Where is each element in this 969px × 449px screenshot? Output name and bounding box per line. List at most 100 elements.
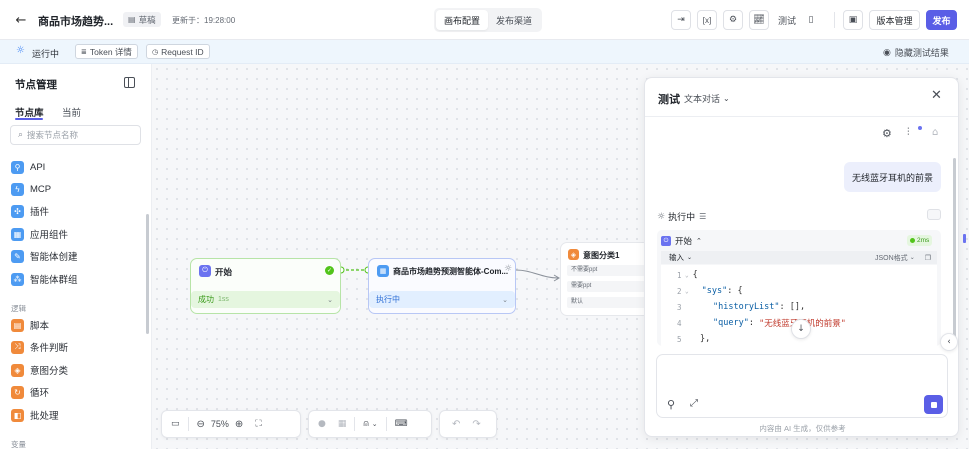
start-duration: 1ss xyxy=(218,296,229,303)
export-icon: ⇥ xyxy=(677,15,685,25)
test-panel-toggle[interactable]: ▯ xyxy=(801,10,821,30)
sidebar-item-api[interactable]: ⚲ API xyxy=(11,159,45,175)
collapse-trace-button[interactable] xyxy=(927,209,941,220)
sidebar-item-condition[interactable]: ⤨ 条件判断 xyxy=(11,339,68,355)
settings-button[interactable]: ⚙ xyxy=(723,10,743,30)
notification-dot xyxy=(918,126,922,130)
sidebar-item-mcp[interactable]: ϟ MCP xyxy=(11,181,51,197)
executing-label: 执行中 xyxy=(668,212,696,222)
line-number: 4 xyxy=(677,318,682,328)
collapse-sidebar-button[interactable] xyxy=(124,77,135,88)
line-number: 3 xyxy=(677,302,682,312)
variables-button[interactable]: [x] xyxy=(697,10,717,30)
close-panel-button[interactable]: ✕ xyxy=(931,88,942,103)
minimap-icon[interactable]: ▭ xyxy=(171,419,180,429)
sidebar-item-agent-group[interactable]: ⁂ 智能体群组 xyxy=(11,271,78,287)
chat-composer[interactable]: ⚲ ⤢ xyxy=(656,354,948,418)
version-button[interactable]: 版本管理 xyxy=(869,10,920,30)
line-fold-icon: ⌄ xyxy=(685,287,689,295)
settings-icon[interactable]: ⚙ xyxy=(882,127,892,140)
sidebar-item-loop[interactable]: ↻ 循环 xyxy=(11,384,49,400)
sidebar-item-agent-create[interactable]: ✎ 智能体创建 xyxy=(11,248,78,264)
zoom-in-icon[interactable]: ⊕ xyxy=(235,419,243,430)
sidebar-item-label: 插件 xyxy=(30,207,50,218)
node-search-box[interactable]: ⌕ 搜索节点名称 xyxy=(10,125,141,145)
zoom-level[interactable]: 75% xyxy=(211,419,229,429)
chart-button[interactable]: 📈︎ xyxy=(749,10,769,30)
test-label: 测试 xyxy=(777,15,796,26)
layout-icon[interactable]: ▦ xyxy=(338,419,347,429)
version-label: 版本管理 xyxy=(876,15,913,26)
intent-icon: ◈ xyxy=(11,363,24,377)
copy-icon[interactable]: ❐ xyxy=(925,254,931,262)
history-toolbar: ↶ ↷ xyxy=(439,410,497,438)
panel-icon: ▯ xyxy=(808,15,814,25)
punct: : { xyxy=(727,286,743,296)
request-id-button[interactable]: ◷ Request ID xyxy=(146,44,210,59)
gear-icon: ⚙ xyxy=(728,15,738,25)
tab-publish-channel[interactable]: 发布渠道 xyxy=(488,10,540,30)
sidebar-item-app-component[interactable]: ▦ 应用组件 xyxy=(11,226,68,242)
zoom-out-icon[interactable]: ⊖ xyxy=(197,419,205,430)
keyboard-icon[interactable]: ⌨ xyxy=(395,419,408,429)
intent-node-icon: ◈ xyxy=(568,249,579,260)
panel-collapse-handle[interactable]: ‹ xyxy=(940,333,958,351)
broom-icon[interactable]: ⌂ xyxy=(932,127,938,138)
component-icon: ▦ xyxy=(11,227,24,241)
format-select[interactable]: JSON格式 xyxy=(875,253,908,263)
updated-time: 更新于：19:28:00 xyxy=(172,16,236,25)
token-detail-button[interactable]: ≣ Token 详情 xyxy=(75,44,138,59)
test-button[interactable]: 测试 xyxy=(775,10,799,30)
sidebar-item-label: API xyxy=(30,161,46,173)
chevron-down-icon: ⌄ xyxy=(327,295,333,304)
chat-mode-select[interactable]: 文本对话 ⌄ xyxy=(684,92,730,105)
duration-badge: 2ms xyxy=(907,235,933,246)
fit-view-icon[interactable]: ⛶ xyxy=(255,419,261,429)
start-node[interactable]: ⏻ 开始 ✓ 成功 1ss ⌄ xyxy=(190,258,341,314)
attachment-icon[interactable]: ⚲ xyxy=(667,398,675,411)
agent-node[interactable]: ▦ 商品市场趋势预测智能体-Com... ☼ 执行中 ⌄ xyxy=(368,258,516,314)
expand-icon[interactable]: ⤢ xyxy=(690,398,698,409)
add-node-icon[interactable]: ● xyxy=(318,419,326,429)
sidebar-scrollbar[interactable] xyxy=(146,214,149,334)
stop-icon xyxy=(930,401,937,408)
save-button[interactable]: ▣ xyxy=(843,10,863,30)
redo-icon[interactable]: ↷ xyxy=(472,419,480,430)
input-label: 输入 xyxy=(669,253,684,262)
scroll-down-button[interactable]: ↓ xyxy=(791,319,811,339)
line-number: 5 xyxy=(677,334,682,344)
branch-icon: ⤨ xyxy=(11,340,24,354)
publish-button[interactable]: 发布 xyxy=(926,10,957,30)
tab-underline xyxy=(15,118,43,120)
sidebar-item-label: 条件判断 xyxy=(30,343,69,354)
sidebar-item-script[interactable]: ▤ 脚本 xyxy=(11,317,49,333)
list-icon[interactable]: ☰ xyxy=(699,212,706,221)
sidebar-item-batch[interactable]: ◧ 批处理 xyxy=(11,407,59,423)
sidebar-item-intent[interactable]: ◈ 意图分类 xyxy=(11,362,68,378)
mouse-mode-icon[interactable]: ⍝ xyxy=(363,419,368,429)
tab-node-library[interactable]: 节点库 xyxy=(15,105,44,119)
export-button[interactable]: ⇥ xyxy=(671,10,691,30)
tab-canvas-config[interactable]: 画布配置 xyxy=(436,10,489,30)
sliders-icon[interactable]: ⫶ xyxy=(907,127,910,138)
clock-icon: ◷ xyxy=(152,47,159,56)
panel-scrollbar[interactable] xyxy=(953,158,956,338)
agent-status-pill[interactable]: 执行中 ⌄ xyxy=(369,291,515,308)
agent-node-title: 商品市场趋势预测智能体-Com... xyxy=(393,267,509,276)
chevron-down-icon[interactable]: ⌄ xyxy=(372,420,378,428)
hide-results-button[interactable]: ◉ 隐藏测试结果 xyxy=(883,46,949,59)
code-line-2: 2 ⌄ "sys": { xyxy=(661,283,743,299)
agent-node-icon: ▦ xyxy=(377,265,389,277)
undo-icon[interactable]: ↶ xyxy=(452,419,460,430)
sidebar-item-plugin[interactable]: ✣ 插件 xyxy=(11,203,49,219)
chevron-down-icon: ⌄ xyxy=(687,254,693,261)
hide-results-label: 隐藏测试结果 xyxy=(894,48,949,58)
tab-current[interactable]: 当前 xyxy=(62,105,81,119)
stop-button[interactable] xyxy=(924,395,943,414)
trace-card-header[interactable]: ⏻ 开始 ⌃ xyxy=(661,235,702,247)
eye-off-icon: ◉ xyxy=(883,47,891,58)
document-icon: ▤ xyxy=(128,15,136,24)
start-status-pill[interactable]: 成功 1ss ⌄ xyxy=(191,291,340,308)
sidebar-title: 节点管理 xyxy=(15,79,57,91)
back-button[interactable]: ← xyxy=(12,11,30,29)
